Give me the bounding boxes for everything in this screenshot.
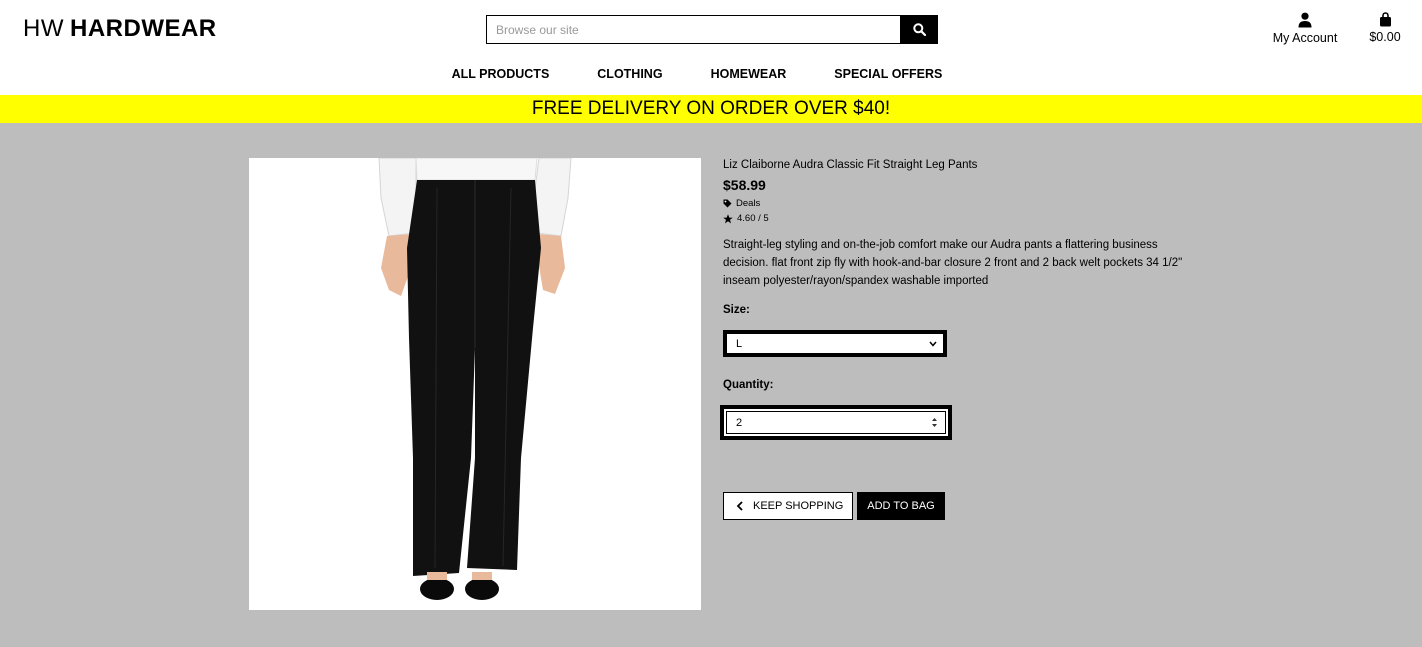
size-select[interactable]: L <box>723 330 947 357</box>
product-details: Liz Claiborne Audra Classic Fit Straight… <box>720 159 1183 520</box>
quantity-value: 2 <box>736 416 743 429</box>
star-icon <box>723 213 733 223</box>
keep-shopping-label: KEEP SHOPPING <box>753 500 844 512</box>
product-category[interactable]: Deals <box>723 198 1183 209</box>
size-label: Size: <box>723 304 750 316</box>
my-account-label: My Account <box>1272 31 1338 45</box>
bag-total: $0.00 <box>1369 30 1401 44</box>
shopping-bag-link[interactable]: $0.00 <box>1364 12 1406 44</box>
rating-value: 4.60 / 5 <box>737 213 769 224</box>
shopping-bag-icon <box>1379 12 1391 27</box>
search-button[interactable] <box>901 15 938 44</box>
chevron-down-icon <box>929 341 937 347</box>
product-detail: Liz Claiborne Audra Classic Fit Straight… <box>0 123 1422 647</box>
logo-brand: HARDWEAR <box>69 15 217 42</box>
chevron-left-icon <box>736 501 743 511</box>
add-to-bag-label: ADD TO BAG <box>867 500 935 512</box>
search-icon <box>913 23 926 36</box>
action-buttons: KEEP SHOPPING ADD TO BAG <box>723 492 1183 520</box>
logo-prefix: HW <box>23 15 64 42</box>
user-icon <box>1298 12 1312 28</box>
nav-item-all-products[interactable]: ALL PRODUCTS <box>452 67 550 81</box>
delivery-banner: FREE DELIVERY ON ORDER OVER $40! <box>0 95 1422 123</box>
quantity-label: Quantity: <box>723 379 774 391</box>
product-price: $58.99 <box>723 177 766 193</box>
pants-illustration <box>378 158 572 600</box>
product-name: Liz Claiborne Audra Classic Fit Straight… <box>723 159 978 171</box>
product-description: Straight-leg styling and on-the-job comf… <box>723 239 1183 287</box>
category-label: Deals <box>736 198 761 209</box>
add-to-bag-button[interactable]: ADD TO BAG <box>857 492 945 520</box>
nav-item-homewear[interactable]: HOMEWEAR <box>711 67 787 81</box>
product-rating: 4.60 / 5 <box>723 213 1183 224</box>
quantity-input[interactable]: 2 <box>726 411 946 434</box>
my-account-link[interactable]: My Account <box>1268 12 1342 45</box>
search-input[interactable] <box>486 15 901 44</box>
main-nav: ALL PRODUCTS CLOTHING HOMEWEAR SPECIAL O… <box>0 67 1422 81</box>
product-image <box>249 158 701 610</box>
search-form <box>486 15 938 44</box>
nav-item-clothing[interactable]: CLOTHING <box>597 67 662 81</box>
size-value: L <box>736 337 743 350</box>
nav-item-special-offers[interactable]: SPECIAL OFFERS <box>834 67 942 81</box>
tag-icon <box>723 199 732 208</box>
spinner-icon[interactable] <box>931 417 938 428</box>
quantity-stepper[interactable]: 2 <box>720 405 952 440</box>
keep-shopping-button[interactable]: KEEP SHOPPING <box>723 492 854 520</box>
site-logo[interactable]: HW HARDWEAR <box>23 15 217 43</box>
site-header: HWHARDWEAR My Account $0.00 ALL PRODUCTS… <box>0 0 1422 95</box>
